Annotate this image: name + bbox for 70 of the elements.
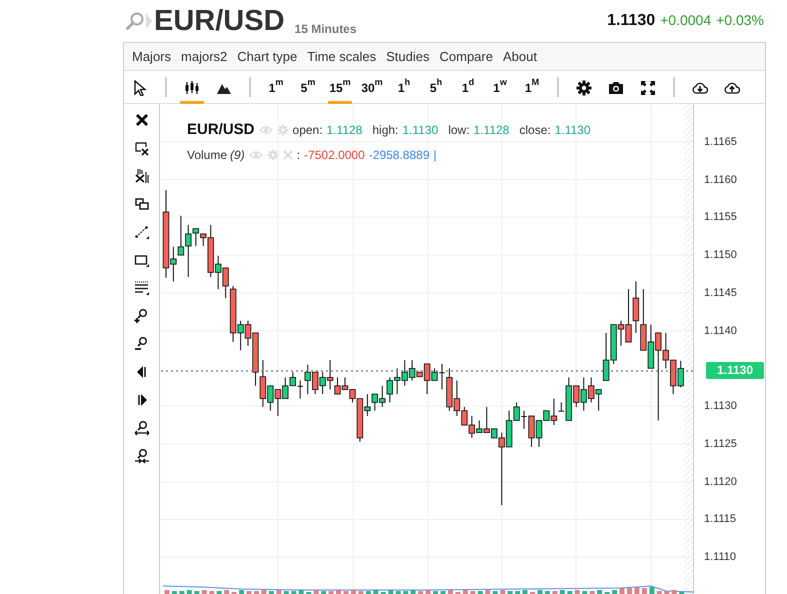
percent-change: +0.03% [716,11,764,30]
line-tool-icon[interactable] [134,224,150,240]
axis-label: 1.1150 [704,249,737,262]
menu-item[interactable]: Studies [381,46,434,66]
time-scale-tab[interactable]: 1$^{w}$ [484,74,516,104]
horizontal-lines-icon[interactable] [134,280,150,296]
time-scale-tab[interactable]: 5$^{m}$ [292,74,324,104]
time-scale-tab[interactable]: 5$^{h}$ [420,74,452,104]
axis-label: 1.1145 [704,286,737,300]
delete-all-icon[interactable] [134,168,150,184]
close-icon[interactable] [134,112,150,128]
study-value: -2958.8889 [368,146,430,164]
zoom-horizontal-icon[interactable] [134,420,150,436]
legend-value: 1.1130 [554,122,591,140]
candlestick-icon [184,80,200,96]
timeframe-label: 15 Minutes [294,20,357,38]
study-parameter: (9) [230,146,245,164]
candlestick [178,215,184,256]
candlestick [185,224,192,278]
time-scale-tab[interactable]: 1$^{d}$ [452,74,484,104]
axis-label: 1.1140 [704,324,737,338]
time-scale-tab[interactable]: 1$^{m}$ [260,74,292,104]
value-separator: : [296,146,300,164]
legend-label: low: [448,122,470,140]
menu-item[interactable]: Chart type [232,46,302,66]
text-cursor: | [434,146,437,164]
menu-item[interactable]: About [498,46,542,66]
candlestick [192,228,199,246]
axis-label: 1.1115 [704,513,736,526]
symbol-title: EUR/USD [154,6,285,36]
price-change: +0.0004 [660,11,712,30]
menu-item[interactable]: Majors [127,46,176,66]
candlestick [632,281,640,334]
menu-item[interactable]: Time scales [302,46,382,66]
fullscreen-icon[interactable] [640,80,656,96]
menu-item[interactable]: majors2 [176,46,232,66]
pointer-icon[interactable] [133,80,149,96]
legend-label: open: [292,122,323,140]
axis-label: 1.1120 [704,476,737,489]
axis-label: 1.1165 [704,136,737,149]
settings-icon[interactable] [576,80,592,96]
axis-label: 1.1110 [704,551,736,564]
time-scale-tab[interactable]: 1$^{M}$ [516,74,548,104]
copy-icon[interactable] [134,196,150,212]
time-scale-tab[interactable]: 30$^{m}$ [356,74,388,104]
legend-value: 1.1130 [402,122,438,140]
study-value: -7502.0000 [304,146,365,164]
camera-icon[interactable] [608,80,624,96]
axis-label: 1.1160 [704,174,737,187]
cloud-download-icon[interactable] [692,80,708,96]
axis-label: 1.1130 [704,400,737,414]
legend-symbol: EUR/USD [187,120,255,140]
zoom-in-icon[interactable] [134,308,150,324]
time-scale-tab[interactable]: 1$^{h}$ [388,74,420,104]
cloud-upload-icon[interactable] [724,80,740,96]
legend-value: 1.1128 [474,122,510,140]
candlestick [297,380,303,400]
axis-label: 1.1155 [704,211,737,224]
legend-value: 1.1128 [326,122,362,140]
price-value: 1.1130 [607,11,656,31]
study-name: Volume [187,146,228,164]
menu-item[interactable]: Compare [434,46,498,66]
legend-label: high: [372,122,398,140]
axis-label: 1.1125 [704,438,737,451]
current-price-badge: 1.1130 [706,362,764,379]
legend-label: close: [519,122,551,140]
zoom-compress-icon[interactable] [134,448,150,464]
delete-selection-icon[interactable] [134,140,150,156]
zoom-out-icon[interactable] [134,336,150,352]
time-scale-tab[interactable]: 15$^{m}$ [324,74,356,104]
